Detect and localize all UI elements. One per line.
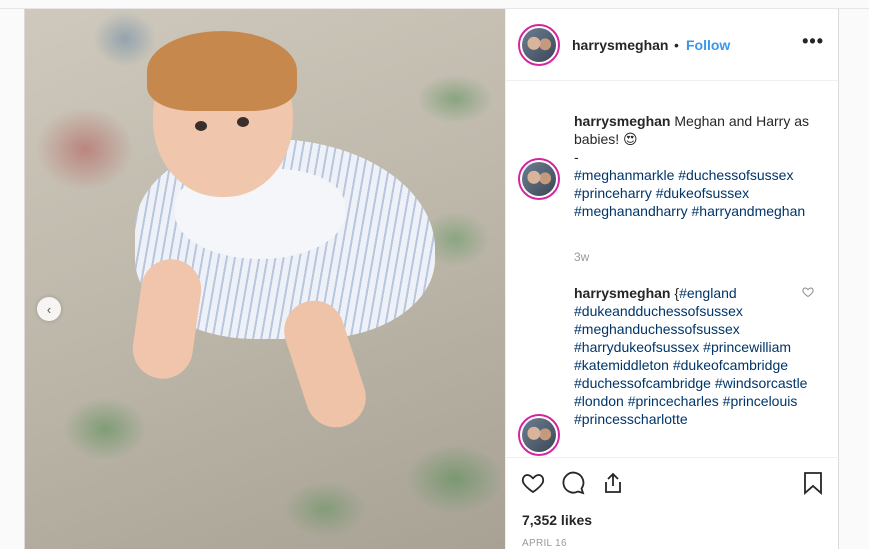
more-options-icon[interactable]: ••• [802, 31, 824, 52]
post-header: harrysmeghan • Follow ••• [506, 9, 840, 81]
comment-timestamp[interactable]: 3w [574, 250, 589, 264]
comment-hashtags[interactable]: #england #dukeandduchessofsussex #meghan… [574, 285, 807, 427]
post-side-panel: harrysmeghan • Follow ••• harrysmeghan M… [505, 9, 840, 549]
comment-text: harrysmeghan {#england #dukeandduchessof… [574, 284, 824, 428]
header-username[interactable]: harrysmeghan [572, 37, 668, 53]
avatar[interactable] [518, 414, 560, 456]
caption-hashtags[interactable]: #meghanmarkle #duchessofsussex #princeha… [574, 167, 805, 219]
heart-icon[interactable] [520, 470, 546, 496]
post-date[interactable]: APRIL 16 [522, 538, 567, 549]
like-count[interactable]: 7,352 likes [522, 512, 592, 528]
instagram-post: ‹ harrysmeghan • Follow ••• harrysmeghan… [24, 9, 840, 549]
avatar[interactable] [518, 24, 560, 66]
bookmark-icon[interactable] [800, 470, 826, 496]
follow-button[interactable]: Follow [686, 37, 730, 53]
comment-username[interactable]: harrysmeghan [574, 113, 670, 129]
chevron-left-icon: ‹ [46, 301, 52, 317]
comment-username[interactable]: harrysmeghan [574, 285, 670, 301]
separator-dot: • [674, 37, 679, 53]
photo-baby-eye-left [195, 121, 207, 131]
post-photo[interactable]: ‹ [25, 9, 505, 549]
small-heart-icon[interactable] [802, 286, 814, 301]
photo-baby-eye-right [237, 117, 249, 127]
previous-image-button[interactable]: ‹ [37, 297, 61, 321]
avatar[interactable] [518, 158, 560, 200]
caption-text: harrysmeghan Meghan and Harry as babies!… [574, 112, 824, 220]
comment-icon[interactable] [560, 470, 586, 496]
post-actions: 7,352 likes APRIL 16 [506, 457, 840, 549]
share-icon[interactable] [600, 470, 626, 496]
photo-baby-hair [147, 31, 297, 111]
comments-list[interactable]: harrysmeghan Meghan and Harry as babies!… [506, 82, 840, 457]
caption-dash: - [574, 149, 579, 165]
